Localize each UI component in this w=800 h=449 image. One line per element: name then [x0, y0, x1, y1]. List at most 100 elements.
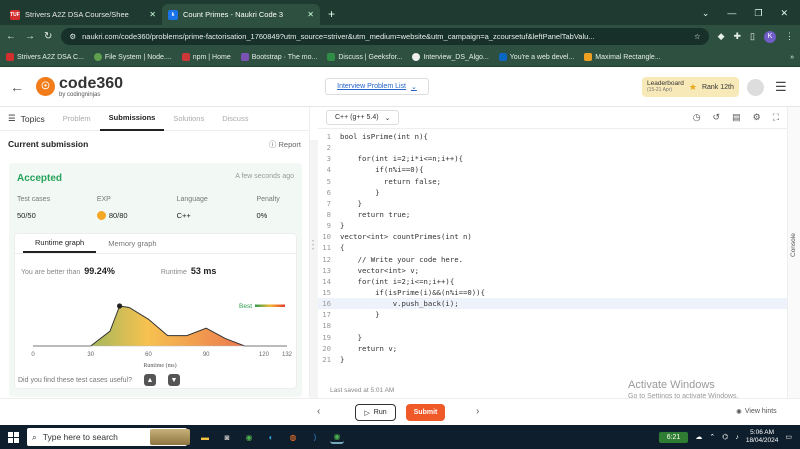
back-icon[interactable]: ← — [6, 31, 16, 42]
minimize-icon[interactable]: — — [727, 8, 736, 19]
thumbs-down-icon[interactable]: ▼ — [168, 374, 181, 386]
report-button[interactable]: ⓘ Report — [269, 139, 301, 150]
topics-toggle[interactable]: ☰ Topics — [8, 107, 54, 131]
user-avatar[interactable] — [747, 79, 764, 96]
code-line[interactable]: 10 vector<int> countPrimes(int n) — [318, 231, 787, 242]
bookmark-item[interactable]: Strivers A2Z DSA C... — [6, 53, 84, 61]
edge-icon[interactable]: ◐ — [264, 430, 278, 444]
profile-avatar[interactable]: K — [764, 30, 776, 43]
code-line[interactable]: 4 if(n%i==0){ — [318, 164, 787, 175]
fullscreen-icon[interactable]: ⛶ — [773, 112, 779, 123]
thumbs-up-icon[interactable]: ▲ — [144, 374, 157, 386]
code-line[interactable]: 15 if(isPrime(i)&&(n%i==0)){ — [318, 287, 787, 298]
bookmark-item[interactable]: Discuss | Geeksfor... — [327, 53, 402, 61]
line-number: 2 — [326, 143, 331, 153]
timer-icon[interactable]: ◷ — [693, 112, 701, 123]
clock[interactable]: 5:06 AM 18/04/2024 — [746, 429, 779, 445]
timer-badge[interactable]: 6:21 — [658, 431, 689, 443]
prev-problem-icon[interactable]: ‹ — [317, 406, 320, 417]
leaderboard-button[interactable]: Leaderboard (15-21 Apr) ★ Rank 12th — [642, 77, 739, 97]
tab-submissions[interactable]: Submissions — [99, 107, 165, 131]
code-line[interactable]: 3 for(int i=2;i*i<=n;i++){ — [318, 153, 787, 164]
tab-problem[interactable]: Problem — [54, 107, 100, 131]
bookmark-item[interactable]: You're a web devel... — [498, 53, 574, 61]
notification-icon[interactable]: ▭ — [785, 433, 792, 441]
vscode-icon[interactable]: ⟩ — [308, 430, 322, 444]
problem-list-dropdown[interactable]: Interview Problem List ⌄ — [325, 78, 429, 95]
code-line[interactable]: 18 — [318, 320, 787, 331]
layout-icon[interactable]: ▤ — [732, 112, 741, 123]
chrome-active-icon[interactable]: ◉ — [330, 430, 344, 444]
language-select[interactable]: C++ (g++ 5.4) ⌄ — [326, 110, 400, 125]
back-arrow-icon[interactable]: ← — [10, 79, 24, 95]
url-field[interactable]: ⚙ naukri.com/code360/problems/prime-fact… — [61, 28, 709, 45]
hamburger-menu-icon[interactable]: ☰ — [775, 79, 787, 95]
code-line[interactable]: 20 return v; — [318, 343, 787, 354]
network-icon[interactable]: ⌬ — [722, 433, 728, 441]
settings-icon[interactable]: ⚙ — [753, 112, 761, 123]
code-line[interactable]: 14 for(int i=2;i<=n;i++){ — [318, 276, 787, 287]
code-line[interactable]: 1 bool isPrime(int n){ — [318, 131, 787, 142]
camera-icon[interactable]: ◙ — [220, 430, 234, 444]
tab-memory-graph[interactable]: Memory graph — [96, 234, 168, 253]
panel-splitter[interactable]: • • • — [310, 140, 318, 398]
code-line[interactable]: 19 } — [318, 332, 787, 343]
kebab-menu-icon[interactable]: ⋮ — [785, 31, 794, 42]
bookmark-item[interactable]: File System | Node.... — [93, 53, 172, 61]
bookmark-item[interactable]: Maximal Rectangle... — [584, 53, 661, 61]
code-line[interactable]: 11 { — [318, 242, 787, 253]
code-line[interactable]: 12 // Write your code here. — [318, 254, 787, 265]
code-line[interactable]: 17 } — [318, 309, 787, 320]
bookmark-item[interactable]: npm | Home — [181, 53, 231, 61]
speaker-icon[interactable]: ♪ — [735, 434, 739, 441]
code-line[interactable]: 21} — [318, 354, 787, 365]
maximize-icon[interactable]: ❐ — [754, 8, 762, 19]
bookmark-item[interactable]: Bootstrap · The mo... — [240, 53, 317, 61]
code-line[interactable]: 8 return true; — [318, 209, 787, 220]
code-line[interactable]: 13 vector<int> v; — [318, 265, 787, 276]
search-icon: ⌕ — [32, 431, 37, 442]
chrome-icon[interactable]: ◉ — [242, 430, 256, 444]
tuf-favicon-icon: TUF — [10, 9, 20, 20]
chevron-up-icon[interactable]: ⌃ — [709, 433, 715, 441]
close-window-icon[interactable]: ✕ — [780, 8, 788, 19]
tab-runtime-graph[interactable]: Runtime graph — [23, 234, 97, 253]
code-line[interactable]: 9} — [318, 220, 787, 231]
tab-title: Strivers A2Z DSA Course/Shee — [25, 10, 129, 19]
extension-icon[interactable]: ◆ — [718, 31, 725, 42]
browser-tab-count-primes[interactable]: k Count Primes - Naukri Code 3 ✕ — [162, 4, 320, 25]
browser-tab-strivers[interactable]: TUF Strivers A2Z DSA Course/Shee ✕ — [4, 4, 162, 25]
code-line[interactable]: 2 — [318, 142, 787, 153]
run-button[interactable]: ▷ Run — [355, 404, 396, 421]
code-line[interactable]: 5 return false; — [318, 176, 787, 187]
firefox-icon[interactable]: ◍ — [286, 430, 300, 444]
windows-start-icon[interactable] — [8, 431, 19, 443]
submit-button[interactable]: Submit — [406, 404, 445, 421]
chevron-down-icon[interactable]: ⌄ — [702, 8, 710, 19]
cloud-icon[interactable]: ☁ — [695, 433, 702, 441]
puzzle-icon[interactable]: ✚ — [734, 31, 742, 42]
code-area[interactable]: 1 bool isPrime(int n){2 3 for(int i=2;i*i<… — [318, 131, 787, 379]
close-icon[interactable]: ✕ — [307, 10, 314, 19]
code-line[interactable]: 6 } — [318, 187, 787, 198]
close-icon[interactable]: ✕ — [149, 10, 156, 19]
reset-icon[interactable]: ↺ — [713, 112, 721, 123]
next-problem-icon[interactable]: › — [476, 406, 479, 417]
new-tab-icon[interactable]: + — [320, 7, 343, 25]
code360-logo[interactable]: ☉ code360 by codingninjas — [36, 75, 123, 98]
view-hints-button[interactable]: ✺ View hints — [736, 408, 777, 416]
reload-icon[interactable]: ↻ — [44, 31, 52, 42]
line-number: 6 — [326, 187, 331, 197]
code-line[interactable]: 16 v.push_back(i); — [318, 298, 787, 310]
site-info-icon[interactable]: ⚙ — [69, 32, 76, 41]
bookmark-star-icon[interactable]: ☆ — [694, 32, 701, 41]
forward-icon[interactable]: → — [25, 31, 35, 42]
console-toggle[interactable]: Console — [787, 107, 800, 398]
file-explorer-icon[interactable]: ▬ — [198, 430, 212, 444]
bookmark-item[interactable]: Interview_DS_Algo... — [412, 53, 489, 61]
sidepanel-icon[interactable]: ▯ — [750, 31, 755, 42]
tab-discuss[interactable]: Discuss — [213, 107, 257, 131]
code-line[interactable]: 7 } — [318, 198, 787, 209]
tab-solutions[interactable]: Solutions — [164, 107, 213, 131]
chevron-right-icon[interactable]: » — [790, 54, 794, 61]
